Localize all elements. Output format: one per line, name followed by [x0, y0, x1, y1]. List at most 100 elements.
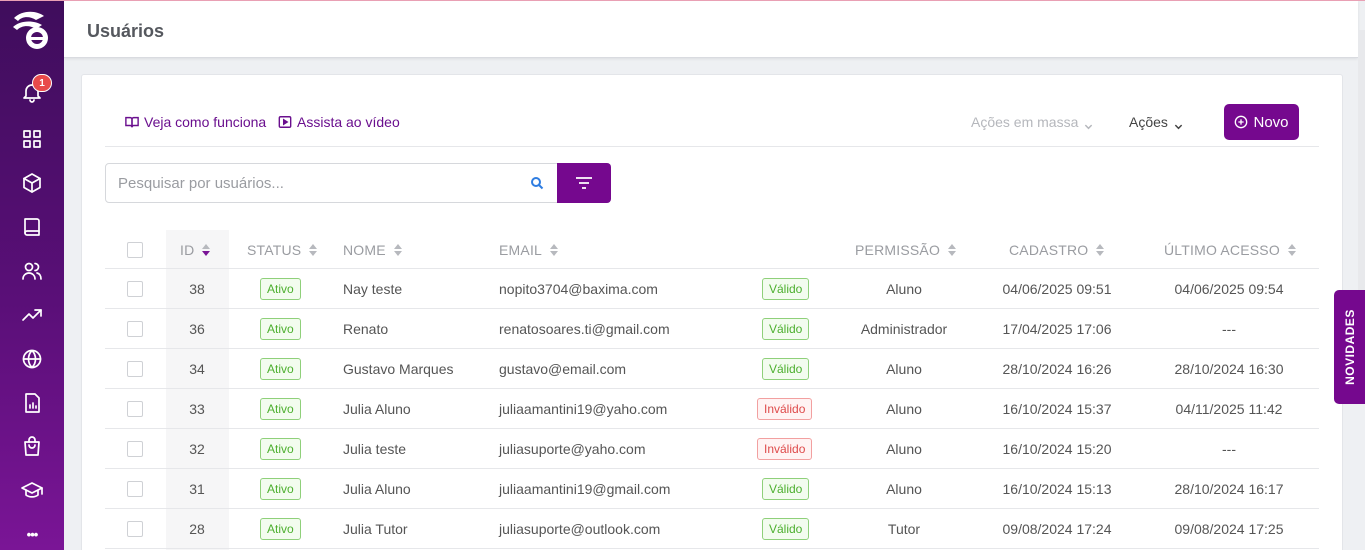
actions-label: Ações — [1129, 114, 1168, 130]
email-validity-badge: Válido — [762, 358, 810, 380]
select-all-checkbox[interactable] — [127, 242, 143, 258]
page-title: Usuários — [87, 21, 165, 41]
column-header-status-label: STATUS — [247, 242, 302, 258]
user-name: Julia teste — [343, 441, 407, 457]
globe-icon[interactable] — [20, 347, 44, 371]
row-checkbox[interactable] — [127, 481, 143, 497]
table-row[interactable]: 36 Ativo Renato renatosoares.ti@gmail.co… — [105, 309, 1319, 349]
table-row[interactable]: 28 Ativo Julia Tutor juliasuporte@outloo… — [105, 509, 1319, 549]
notification-count-badge: 1 — [32, 74, 52, 92]
user-permission: Aluno — [886, 361, 922, 377]
row-checkbox[interactable] — [127, 321, 143, 337]
column-header-id[interactable]: ID — [180, 242, 211, 258]
status-badge: Ativo — [260, 398, 301, 420]
user-id: 33 — [189, 401, 205, 417]
user-permission: Aluno — [886, 441, 922, 457]
user-permission: Aluno — [886, 401, 922, 417]
new-user-button[interactable]: Novo — [1224, 104, 1299, 140]
user-email: juliaamantini19@gmail.com — [499, 481, 671, 497]
users-icon[interactable] — [20, 259, 44, 283]
status-badge: Ativo — [260, 318, 301, 340]
user-email: juliasuporte@yaho.com — [499, 441, 646, 457]
row-checkbox[interactable] — [127, 361, 143, 377]
table-row[interactable]: 34 Ativo Gustavo Marques gustavo@email.c… — [105, 349, 1319, 389]
created-date: 16/10/2024 15:13 — [1002, 481, 1112, 497]
new-button-label: Novo — [1253, 113, 1289, 131]
column-header-id-label: ID — [180, 242, 195, 258]
last-access-date: 09/08/2024 17:25 — [1174, 521, 1284, 537]
last-access-date: 28/10/2024 16:30 — [1174, 361, 1284, 377]
news-side-tab-label: NOVIDADES — [1342, 309, 1357, 385]
sort-icon[interactable] — [550, 244, 559, 256]
how-it-works-link[interactable]: Veja como funciona — [125, 114, 266, 130]
app-logo[interactable] — [10, 8, 54, 52]
row-checkbox[interactable] — [127, 401, 143, 417]
toolbar-divider — [105, 146, 1319, 147]
how-it-works-label: Veja como funciona — [144, 114, 267, 130]
last-access-date: 04/06/2025 09:54 — [1174, 281, 1284, 297]
bulk-actions-dropdown[interactable]: Ações em massa — [971, 114, 1093, 130]
sort-icon[interactable] — [948, 244, 957, 256]
search-icon[interactable] — [530, 176, 544, 190]
actions-dropdown[interactable]: Ações — [1129, 114, 1183, 130]
sort-icon[interactable] — [309, 244, 318, 256]
table-row[interactable]: 31 Ativo Julia Aluno juliaamantini19@gma… — [105, 469, 1319, 509]
column-header-email[interactable]: EMAIL — [499, 242, 559, 258]
top-accent-line — [0, 0, 1365, 1]
column-header-status[interactable]: STATUS — [247, 242, 318, 258]
column-header-created-label: CADASTRO — [1009, 242, 1089, 258]
filter-button[interactable] — [557, 163, 611, 203]
news-side-tab[interactable]: NOVIDADES — [1334, 290, 1365, 404]
shopping-bag-icon[interactable] — [20, 435, 44, 459]
column-header-permission-label: PERMISSÃO — [855, 242, 941, 258]
plus-circle-icon — [1235, 115, 1248, 129]
row-checkbox[interactable] — [127, 281, 143, 297]
table-row[interactable]: 32 Ativo Julia teste juliasuporte@yaho.c… — [105, 429, 1319, 469]
user-permission: Aluno — [886, 281, 922, 297]
user-id: 32 — [189, 441, 205, 457]
user-id: 31 — [189, 481, 205, 497]
user-name: Gustavo Marques — [343, 361, 454, 377]
dashboard-grid-icon[interactable] — [20, 127, 44, 151]
sort-icon[interactable] — [393, 244, 402, 256]
created-date: 28/10/2024 16:26 — [1002, 361, 1112, 377]
report-icon[interactable] — [20, 391, 44, 415]
column-header-name[interactable]: NOME — [343, 242, 402, 258]
created-date: 09/08/2024 17:24 — [1002, 521, 1112, 537]
user-name: Julia Aluno — [343, 401, 411, 417]
last-access-date: 28/10/2024 16:17 — [1174, 481, 1284, 497]
column-header-created[interactable]: CADASTRO — [1009, 242, 1105, 258]
watch-video-link[interactable]: Assista ao vídeo — [278, 114, 400, 130]
last-access-date: 04/11/2025 11:42 — [1175, 401, 1283, 417]
user-email: renatosoares.ti@gmail.com — [499, 321, 670, 337]
sort-icon[interactable] — [1287, 244, 1296, 256]
more-menu-icon[interactable]: ••• — [20, 523, 44, 547]
sort-icon[interactable] — [202, 244, 211, 256]
user-email: nopito3704@baxima.com — [499, 281, 658, 297]
email-validity-badge: Inválido — [757, 438, 813, 460]
sort-icon[interactable] — [1096, 244, 1105, 256]
user-id: 38 — [189, 281, 205, 297]
table-row[interactable]: 33 Ativo Julia Aluno juliaamantini19@yah… — [105, 389, 1319, 429]
sidebar: 1 ••• — [0, 0, 64, 550]
user-email: gustavo@email.com — [499, 361, 627, 377]
user-name: Nay teste — [343, 281, 403, 297]
last-access-date: --- — [1222, 321, 1236, 337]
chevron-down-icon — [1084, 118, 1093, 129]
table-header-row: ID STATUS NOME EMAIL PERMISSÃO CADASTRO … — [105, 230, 1319, 269]
column-header-last-access[interactable]: ÚLTIMO ACESSO — [1164, 242, 1296, 258]
trending-up-icon[interactable] — [20, 303, 44, 327]
graduation-cap-icon[interactable] — [20, 479, 44, 503]
cube-icon[interactable] — [20, 171, 44, 195]
book-icon[interactable] — [20, 215, 44, 239]
row-checkbox[interactable] — [127, 521, 143, 537]
table-row[interactable]: 38 Ativo Nay teste nopito3704@baxima.com… — [105, 269, 1319, 309]
scrollbar-track[interactable] — [1358, 30, 1365, 290]
user-permission: Administrador — [860, 321, 948, 337]
user-id: 36 — [189, 321, 205, 337]
row-checkbox[interactable] — [127, 441, 143, 457]
status-badge: Ativo — [260, 358, 301, 380]
column-header-permission[interactable]: PERMISSÃO — [855, 242, 957, 258]
search-input[interactable] — [106, 164, 557, 202]
user-name: Renato — [343, 321, 389, 337]
